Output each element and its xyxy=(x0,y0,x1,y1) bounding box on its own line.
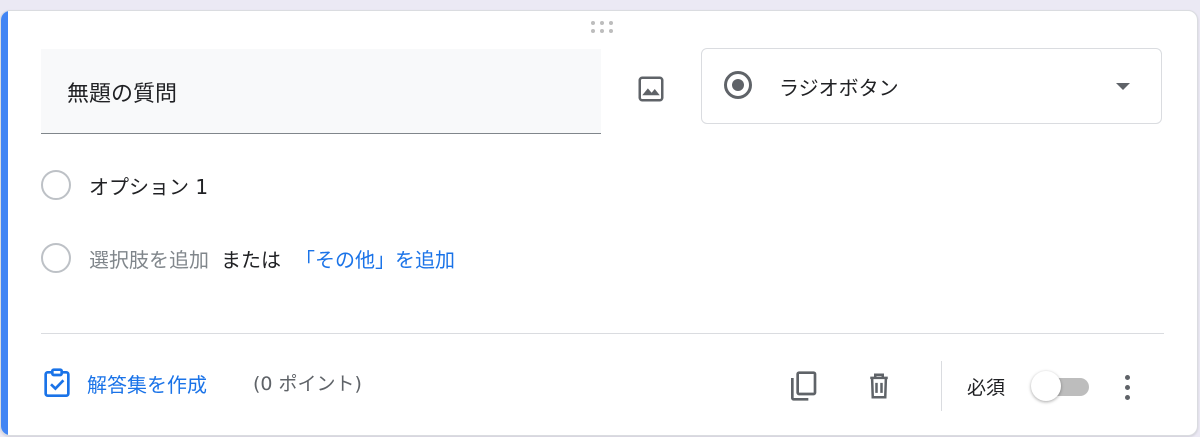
points-label: (0 ポイント) xyxy=(253,373,362,395)
radio-checked-icon xyxy=(724,71,752,99)
or-text: または xyxy=(221,247,281,272)
add-option-button[interactable]: 選択肢を追加 xyxy=(89,244,209,273)
copy-icon xyxy=(791,371,817,401)
more-options-button[interactable] xyxy=(1113,365,1141,409)
radio-unchecked-icon xyxy=(41,170,71,200)
duplicate-button[interactable] xyxy=(781,364,825,408)
add-option-row: 選択肢を追加 または 「その他」を追加 xyxy=(41,242,455,274)
answer-key-button[interactable]: 解答集を作成 xyxy=(41,367,207,399)
active-indicator-bar xyxy=(1,11,8,435)
question-title-input[interactable]: 無題の質問 xyxy=(41,49,601,134)
drag-handle-icon[interactable] xyxy=(591,21,617,37)
option-label[interactable]: オプション 1 xyxy=(89,171,208,200)
footer-separator xyxy=(941,361,942,411)
required-label: 必須 xyxy=(967,377,1006,399)
more-vert-icon xyxy=(1124,374,1130,380)
answer-key-label: 解答集を作成 xyxy=(87,372,207,397)
trash-icon xyxy=(870,373,888,399)
image-icon xyxy=(638,76,664,102)
option-row[interactable]: オプション 1 xyxy=(41,169,208,201)
add-other-button[interactable]: 「その他」を追加 xyxy=(295,244,455,273)
radio-unchecked-icon xyxy=(41,243,71,273)
dropdown-arrow-icon xyxy=(1116,83,1130,90)
question-type-dropdown[interactable]: ラジオボタン xyxy=(701,48,1162,124)
delete-button[interactable] xyxy=(857,364,901,408)
question-card[interactable]: 無題の質問 ラジオボタン オプション 1 選択肢を追加 または 「その他」を追加… xyxy=(0,10,1198,436)
assignment-check-icon xyxy=(44,368,70,397)
question-title-text: 無題の質問 xyxy=(67,82,178,107)
toggle-thumb xyxy=(1031,371,1061,401)
required-toggle[interactable] xyxy=(1031,371,1091,401)
question-type-label: ラジオボタン xyxy=(779,76,899,100)
add-image-button[interactable] xyxy=(629,67,673,111)
footer-divider xyxy=(41,333,1164,334)
